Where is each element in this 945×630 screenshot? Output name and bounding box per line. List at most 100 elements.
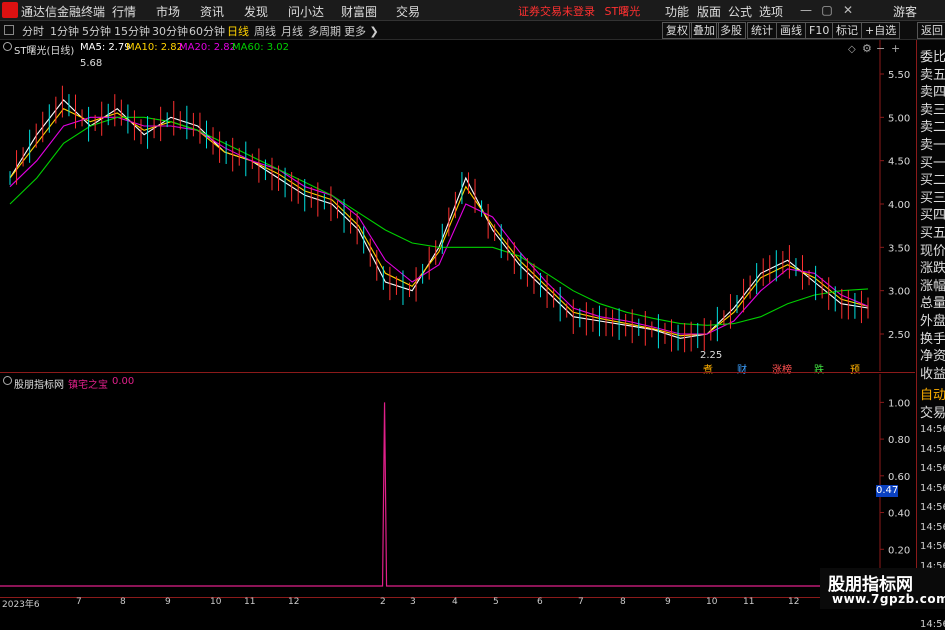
- indicator-value: 0.00: [112, 376, 135, 387]
- quote-field-label: 卖五: [920, 67, 945, 83]
- quote-field-label: 涨幅: [920, 278, 945, 294]
- button-f10[interactable]: F10: [805, 22, 834, 39]
- y-tick-label: 1.00: [888, 398, 910, 409]
- y-tick-label: 5.50: [888, 70, 910, 81]
- menu-item-trade[interactable]: 交易: [396, 3, 420, 20]
- indicator-settings-icon[interactable]: [3, 376, 12, 385]
- y-tick-label: 2.50: [888, 330, 910, 341]
- stock-name: ST曙光: [604, 5, 641, 18]
- menu-item-ask[interactable]: 问小达: [288, 3, 324, 20]
- period-15min[interactable]: 15分钟: [114, 23, 150, 39]
- button-stats[interactable]: 统计: [747, 22, 777, 39]
- period-more[interactable]: 更多 ❯: [344, 23, 379, 39]
- y-tick-label: 5.00: [888, 113, 910, 124]
- period-5min[interactable]: 5分钟: [82, 23, 111, 39]
- date-tick: 9: [165, 597, 171, 607]
- menu-item-formula[interactable]: 公式: [728, 3, 752, 20]
- chart-settings-icon[interactable]: [3, 42, 12, 51]
- plus-icon[interactable]: +: [891, 42, 900, 55]
- quote-field-label: 现价: [920, 243, 945, 259]
- trade-label[interactable]: 交易: [920, 402, 945, 421]
- tick-time: 14:56: [920, 521, 945, 533]
- y-tick-label: 3.00: [888, 287, 910, 298]
- auto-trade-toggle[interactable]: 自动: [920, 384, 945, 403]
- menu-item-market[interactable]: 市场: [156, 3, 180, 20]
- app-logo-icon: [2, 2, 18, 18]
- top-menu-bar: 通达信金融终端 行情 市场 资讯 发现 问小达 财富圈 交易 证券交易未登录 S…: [0, 0, 945, 21]
- quote-field-label: 委比: [920, 50, 945, 65]
- minimize-icon[interactable]: —: [797, 2, 815, 18]
- high-price-label: 5.68: [80, 58, 103, 69]
- ma60-label: MA60: 3.02: [232, 42, 289, 53]
- tick-time: 14:56: [920, 619, 945, 630]
- indicator-title: 股朋指标网: [14, 380, 64, 391]
- quote-side-panel: 委比 卖五 卖四 卖三 卖二 卖一 买一 买二 买三 买四 买五 现价 涨跌 涨幅 总量 外盘 换手 净资 收益 自动…: [916, 40, 945, 630]
- indicator-chart[interactable]: 1.00 0.80 0.60 0.40 0.20: [0, 374, 915, 596]
- ma60-value: MA60: 3.02: [232, 42, 290, 53]
- indicator-spike: [0, 402, 880, 587]
- date-tick: 6: [537, 597, 543, 607]
- gear-icon[interactable]: ⚙: [862, 42, 872, 55]
- period-toolbar: 分时 1分钟 5分钟 15分钟 30分钟 60分钟 日线 周线 月线 多周期 更…: [0, 21, 945, 40]
- menu-item-quotes[interactable]: 行情: [112, 3, 136, 20]
- y-tick-label: 0.60: [888, 472, 910, 483]
- broker-status: 证券交易未登录 ST曙光: [518, 3, 640, 19]
- button-back[interactable]: 返回: [917, 22, 945, 39]
- date-tick: 12: [788, 597, 800, 607]
- guest-label[interactable]: 游客: [893, 3, 917, 20]
- button-draw[interactable]: 画线: [776, 22, 806, 39]
- menu-item-function[interactable]: 功能: [665, 3, 689, 20]
- close-icon[interactable]: ✕: [839, 2, 857, 18]
- panel-separator: [0, 372, 915, 373]
- quote-field-label: 买二: [920, 173, 945, 189]
- quote-field-label: 买五: [920, 226, 945, 241]
- quote-field-label: 卖二: [920, 120, 945, 136]
- login-status: 证券交易未登录: [518, 5, 595, 18]
- period-weekly[interactable]: 周线: [254, 23, 276, 39]
- chevron-right-icon: ❯: [369, 25, 379, 38]
- date-tick: 10: [210, 597, 222, 607]
- menu-item-layout[interactable]: 版面: [697, 3, 721, 20]
- ma-line-ma60: [9, 116, 869, 326]
- period-1min[interactable]: 1分钟: [50, 23, 79, 39]
- period-tick[interactable]: 分时: [22, 23, 44, 39]
- tick-time: 14:56: [920, 424, 945, 435]
- menu-item-wealth[interactable]: 财富圈: [341, 3, 377, 20]
- restore-icon[interactable]: ▢: [818, 2, 836, 18]
- period-multi[interactable]: 多周期: [308, 23, 341, 39]
- ma20-value: MA20: 2.82: [179, 42, 237, 53]
- tick-time: 14:56: [920, 482, 945, 494]
- site-watermark: 股朋指标网 www.7gpzb.com: [820, 568, 945, 609]
- minus-icon[interactable]: −: [876, 42, 885, 55]
- date-tick: 4: [452, 597, 458, 607]
- main-y-axis: 5.50 5.00 4.50 4.00 3.50 3.00 2.50: [880, 70, 910, 341]
- ma-line-ma5: [9, 99, 869, 339]
- period-monthly[interactable]: 月线: [281, 23, 303, 39]
- button-mark[interactable]: 标记: [832, 22, 862, 39]
- period-daily[interactable]: 日线: [227, 23, 249, 39]
- date-tick: 7: [76, 597, 82, 607]
- toolbar-checkbox-icon[interactable]: [4, 25, 14, 35]
- indicator-name: 镇宅之宝: [68, 380, 108, 391]
- date-tick: 3: [410, 597, 416, 607]
- quote-field-label: 卖三: [920, 102, 945, 118]
- button-add-watch[interactable]: +自选: [861, 22, 901, 39]
- button-multi-stock[interactable]: 多股: [716, 22, 746, 39]
- date-tick: 10: [706, 597, 718, 607]
- period-30min[interactable]: 30分钟: [152, 23, 188, 39]
- diamond-icon[interactable]: ◇: [848, 44, 856, 55]
- indicator-line: [0, 402, 880, 587]
- button-adjust[interactable]: 复权: [662, 22, 692, 39]
- ma-lines: [9, 85, 869, 353]
- date-tick: 2: [380, 597, 386, 607]
- quote-field-label: 换手: [920, 331, 945, 347]
- menu-item-discover[interactable]: 发现: [244, 3, 268, 20]
- menu-item-options[interactable]: 选项: [759, 3, 783, 20]
- period-60min[interactable]: 60分钟: [189, 23, 225, 39]
- main-price-chart[interactable]: 5.50 5.00 4.50 4.00 3.50 3.00 2.50: [0, 40, 915, 371]
- button-overlay[interactable]: 叠加: [689, 22, 719, 39]
- tick-time: 14:56: [920, 541, 945, 552]
- date-tick: 9: [665, 597, 671, 607]
- menu-item-news[interactable]: 资讯: [200, 3, 224, 20]
- main-chart-title: ST曙光(日线): [14, 46, 75, 57]
